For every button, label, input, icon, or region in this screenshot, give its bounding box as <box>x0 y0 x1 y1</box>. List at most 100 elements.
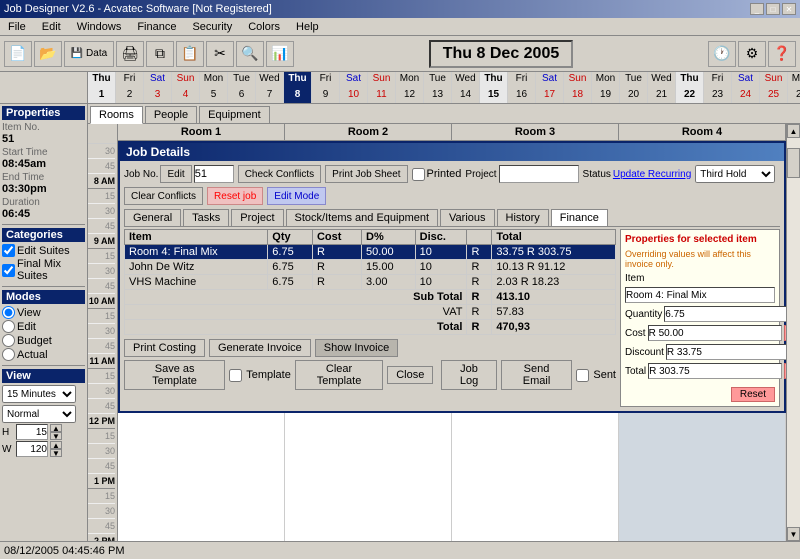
edit-radio-input[interactable] <box>2 320 15 333</box>
cal-day-15[interactable]: Fri <box>508 72 536 88</box>
cal-num-8[interactable]: 9 <box>312 88 340 103</box>
w-down-button[interactable]: ▼ <box>50 449 62 457</box>
final-mix-checkbox[interactable] <box>2 264 15 277</box>
cal-day-13[interactable]: Wed <box>452 72 480 88</box>
cal-num-7[interactable]: 8 <box>284 88 312 103</box>
tab-stock[interactable]: Stock/Items and Equipment <box>286 209 439 226</box>
cal-num-10[interactable]: 11 <box>368 88 396 103</box>
tab-people[interactable]: People <box>145 106 197 123</box>
cal-num-25[interactable]: 26 <box>788 88 800 103</box>
minimize-button[interactable]: _ <box>750 3 764 15</box>
edit-suites-checkbox[interactable] <box>2 244 15 257</box>
report-button[interactable]: 📊 <box>266 41 294 67</box>
print-job-sheet-button[interactable]: Print Job Sheet <box>325 165 407 183</box>
update-recurring-button[interactable]: Update Recurring <box>613 169 691 180</box>
budget-radio-input[interactable] <box>2 334 15 347</box>
view-radio-input[interactable] <box>2 306 15 319</box>
help-button2[interactable]: ❓ <box>768 41 796 67</box>
menu-windows[interactable]: Windows <box>73 20 126 34</box>
props-reset-button[interactable]: Reset <box>731 387 775 402</box>
project-input[interactable] <box>499 165 579 183</box>
clock-button[interactable]: 🕐 <box>708 41 736 67</box>
cal-num-19[interactable]: 20 <box>620 88 648 103</box>
cal-num-23[interactable]: 24 <box>732 88 760 103</box>
prop-qty-input[interactable] <box>664 306 786 322</box>
cal-num-1[interactable]: 2 <box>116 88 144 103</box>
final-mix-checkbox-row[interactable]: Final Mix Suites <box>2 258 85 282</box>
show-invoice-button[interactable]: Show Invoice <box>315 339 398 357</box>
settings-button[interactable]: ⚙ <box>738 41 766 67</box>
cut-button[interactable]: ✂ <box>206 41 234 67</box>
reset-job-button[interactable]: Reset job <box>207 187 263 205</box>
finance-row-2[interactable]: John De Witz 6.75 R 15.00 10 R 10.13 R 9… <box>125 260 616 275</box>
view-mode-radio[interactable]: View <box>2 306 85 319</box>
check-conflicts-button[interactable]: Check Conflicts <box>238 165 321 183</box>
open-button[interactable]: 📂 <box>34 41 62 67</box>
cal-num-11[interactable]: 12 <box>396 88 424 103</box>
cal-day-5[interactable]: Tue <box>228 72 256 88</box>
scroll-thumb[interactable] <box>787 148 800 178</box>
edit-mode-radio[interactable]: Edit <box>2 320 85 333</box>
menu-help[interactable]: Help <box>292 20 323 34</box>
cal-num-24[interactable]: 25 <box>760 88 788 103</box>
menu-edit[interactable]: Edit <box>38 20 65 34</box>
cal-num-18[interactable]: 19 <box>592 88 620 103</box>
cal-day-10[interactable]: Sun <box>368 72 396 88</box>
cal-day-11[interactable]: Mon <box>396 72 424 88</box>
tab-various[interactable]: Various <box>440 209 494 226</box>
cal-day-17[interactable]: Sun <box>564 72 592 88</box>
cal-num-5[interactable]: 6 <box>228 88 256 103</box>
close-button-dialog[interactable]: Close <box>387 366 433 384</box>
cal-num-2[interactable]: 3 <box>144 88 172 103</box>
actual-mode-radio[interactable]: Actual <box>2 348 85 361</box>
cal-num-13[interactable]: 14 <box>452 88 480 103</box>
clear-template-button[interactable]: Clear Template <box>295 360 383 390</box>
cal-num-15[interactable]: 16 <box>508 88 536 103</box>
close-button[interactable]: ✕ <box>782 3 796 15</box>
w-input[interactable] <box>16 441 48 457</box>
prop-discount-input[interactable] <box>666 344 786 360</box>
sent-checkbox[interactable] <box>576 369 589 382</box>
window-controls[interactable]: _ □ ✕ <box>750 3 796 15</box>
tab-finance[interactable]: Finance <box>551 209 608 226</box>
cal-day-12[interactable]: Tue <box>424 72 452 88</box>
search-button[interactable]: 🔍 <box>236 41 264 67</box>
cal-day-20[interactable]: Wed <box>648 72 676 88</box>
printed-checkbox-row[interactable]: Printed <box>412 168 462 181</box>
copy-button[interactable]: ⧉ <box>146 41 174 67</box>
cal-day-21[interactable]: Thu <box>676 72 704 88</box>
job-log-button[interactable]: Job Log <box>441 360 496 390</box>
template-checkbox[interactable] <box>229 369 242 382</box>
tab-tasks[interactable]: Tasks <box>183 209 229 226</box>
prop-total-input[interactable] <box>648 363 782 379</box>
job-no-input[interactable] <box>194 165 234 183</box>
cal-num-3[interactable]: 4 <box>172 88 200 103</box>
menu-security[interactable]: Security <box>188 20 236 34</box>
clear-conflicts-button[interactable]: Clear Conflicts <box>124 187 203 205</box>
maximize-button[interactable]: □ <box>766 3 780 15</box>
generate-invoice-button[interactable]: Generate Invoice <box>209 339 311 357</box>
menu-file[interactable]: File <box>4 20 30 34</box>
actual-radio-input[interactable] <box>2 348 15 361</box>
cal-day-22[interactable]: Fri <box>704 72 732 88</box>
cal-day-25[interactable]: Mon <box>788 72 800 88</box>
vertical-scrollbar[interactable]: ▲ ▼ <box>786 124 800 541</box>
prop-item-input[interactable] <box>625 287 775 303</box>
prop-cost-input[interactable] <box>648 325 782 341</box>
cal-day-7[interactable]: Thu <box>284 72 312 88</box>
cal-day-19[interactable]: Tue <box>620 72 648 88</box>
cal-day-1[interactable]: Fri <box>116 72 144 88</box>
budget-mode-radio[interactable]: Budget <box>2 334 85 347</box>
total-override-button[interactable]: Override <box>784 363 786 379</box>
h-input[interactable] <box>16 424 48 440</box>
cal-day-24[interactable]: Sun <box>760 72 788 88</box>
cal-num-14[interactable]: 15 <box>480 88 508 103</box>
cal-day-3[interactable]: Sun <box>172 72 200 88</box>
tab-history[interactable]: History <box>497 209 549 226</box>
save-as-template-button[interactable]: Save as Template <box>124 360 225 390</box>
cal-num-20[interactable]: 21 <box>648 88 676 103</box>
paste-button[interactable]: 📋 <box>176 41 204 67</box>
edit-job-button[interactable]: Edit <box>160 165 191 183</box>
scroll-up-button[interactable]: ▲ <box>787 124 800 138</box>
cal-day-8[interactable]: Fri <box>312 72 340 88</box>
